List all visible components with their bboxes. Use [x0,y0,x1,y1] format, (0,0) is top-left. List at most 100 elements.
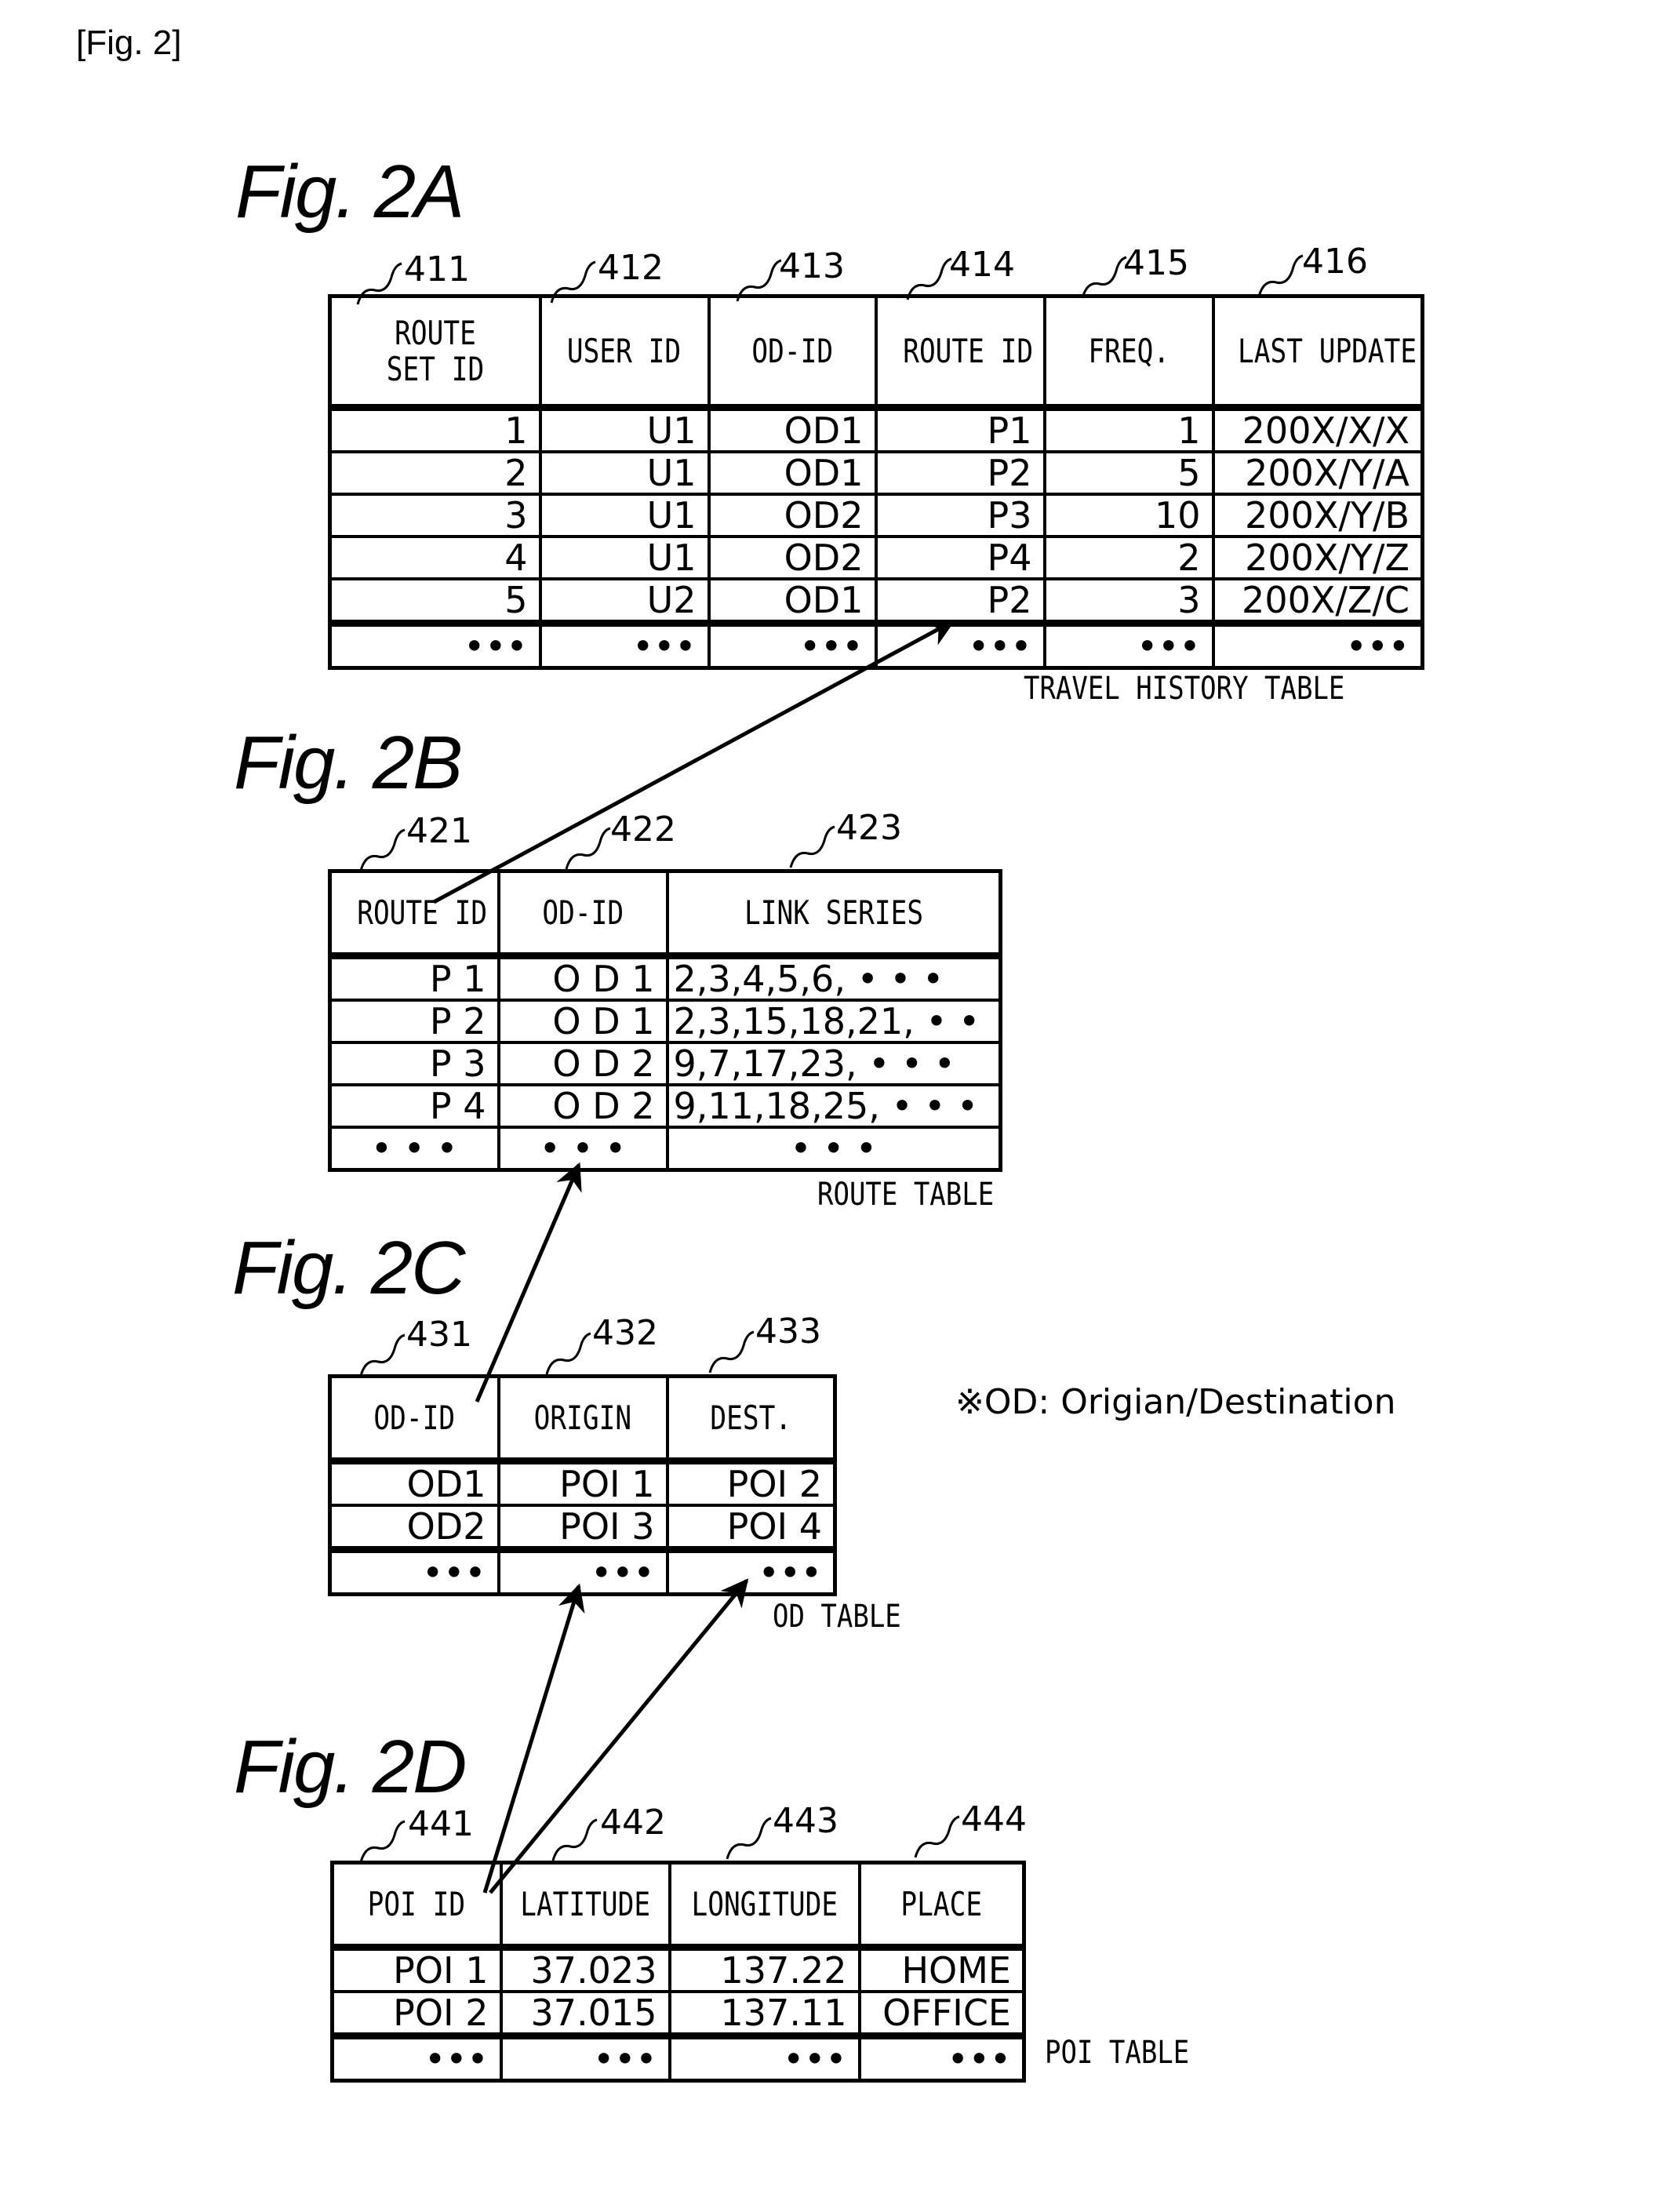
table-row: ••• ••• ••• [328,1548,837,1596]
table-cell: 3 [1042,577,1215,625]
table-cell: POI 2 [330,1990,503,2038]
leader-line [726,1817,772,1860]
column-header: POI ID [330,1861,503,1949]
table-cell: U1 [538,450,711,496]
column-header: USER ID [538,294,711,409]
table-row: P 3 O D 2 9,7,17,23, • • • [328,1041,1002,1086]
table-cell: P2 [874,577,1046,625]
travel-history-table: ROUTE SET ID USER ID OD-ID ROUTE ID FREQ… [328,294,1424,670]
leader-line [545,1332,591,1375]
column-header: DEST. [665,1374,837,1463]
table-cell: P2 [874,450,1046,496]
ref-number: 416 [1302,242,1368,282]
footnote: ※OD: Origian/Destination [955,1382,1396,1422]
ellipsis-cell: ••• [330,2034,503,2083]
table-cell: 200X/Y/B [1211,493,1424,538]
leader-line [565,827,611,870]
ref-number: 423 [836,808,902,848]
table-cell: POI 1 [330,1945,503,1993]
table-caption: POI TABLE [1045,2035,1190,2071]
leader-line [1081,256,1127,299]
table-cell: 137.11 [667,1990,861,2038]
table-cell: OD1 [707,406,878,453]
ellipsis-cell: ••• [667,2034,861,2083]
table-cell: U2 [538,577,711,625]
table-cell: 2 [1042,535,1215,580]
column-header: OD-ID [328,1374,500,1463]
leader-line [359,1333,406,1377]
leader-line [708,1330,755,1373]
table-cell: O D 2 [497,1083,669,1129]
table-row: P 4 O D 2 9,11,18,25, • • • [328,1083,1002,1129]
table-cell: OD2 [707,535,878,580]
table-cell: O D 1 [497,954,669,1002]
column-header: PLACE [857,1861,1026,1949]
arrow-od-id-to-route-table [475,1162,582,1403]
table-cell: 137.22 [667,1945,861,1993]
column-header: ORIGIN [497,1374,669,1463]
fig-2c-label: Fig. 2C [232,1226,465,1310]
ref-number: 432 [592,1313,658,1353]
ref-number: 413 [779,246,845,286]
poi-table: POI ID LATITUDE LONGITUDE PLACE POI 1 37… [330,1861,1026,2083]
table-row: 3 U1 OD2 P3 10 200X/Y/B [328,493,1424,538]
table-cell: 37.023 [499,1945,671,1993]
table-cell: P4 [874,535,1046,580]
ellipsis-cell: ••• [328,1548,500,1596]
table-row: P 2 O D 1 2,3,15,18,21, • • [328,999,1002,1044]
table-cell: OD1 [707,450,878,496]
ref-number: 444 [961,1799,1027,1839]
table-cell: POI 1 [497,1459,669,1507]
column-header: ROUTE SET ID [328,294,542,409]
ref-number: 411 [404,249,470,289]
table-cell: OD1 [328,1459,500,1507]
ellipsis-cell: ••• [1042,621,1215,670]
ref-number: 441 [408,1804,474,1844]
leader-line [789,825,835,868]
ellipsis-cell: • • • [497,1126,669,1172]
ellipsis-cell: ••• [328,621,542,670]
table-row: POI 1 37.023 137.22 HOME [330,1945,1026,1993]
ref-number: 422 [610,809,676,850]
table-row: P 1 O D 1 2,3,4,5,6, • • • [328,954,1002,1002]
leader-line [359,1820,406,1863]
table-row: 5 U2 OD1 P2 3 200X/Z/C [328,577,1424,625]
od-table: OD-ID ORIGIN DEST. OD1 POI 1 POI 2 OD2 P… [328,1374,837,1596]
table-row: OD2 POI 3 POI 4 [328,1504,837,1552]
table-row: 4 U1 OD2 P4 2 200X/Y/Z [328,535,1424,580]
column-header: LATITUDE [499,1861,671,1949]
ellipsis-cell: • • • [665,1126,1002,1172]
ref-number: 412 [598,248,664,288]
leader-line [551,1818,598,1861]
leader-line [359,828,406,871]
fig-2d-label: Fig. 2D [234,1725,467,1809]
column-header: ROUTE ID [328,869,500,958]
table-cell: O D 2 [497,1041,669,1086]
leader-line [1257,254,1304,297]
table-cell: HOME [857,1945,1026,1993]
column-header: OD-ID [707,294,878,409]
ref-number: 414 [949,245,1015,285]
ref-number: 431 [406,1315,472,1355]
column-header: FREQ. [1042,294,1215,409]
table-row: OD1 POI 1 POI 2 [328,1459,837,1507]
table-cell: OD2 [328,1504,500,1552]
ellipsis-cell: ••• [874,621,1046,670]
fig-2b-label: Fig. 2B [234,721,463,805]
column-header: LAST UPDATE [1211,294,1424,409]
table-cell: 9,11,18,25, • • • [665,1083,1002,1129]
ref-number: 421 [406,811,472,851]
table-cell: 10 [1042,493,1215,538]
ref-number: 433 [755,1312,821,1352]
ellipsis-cell: ••• [707,621,878,670]
table-cell: 5 [1042,450,1215,496]
ref-number: 443 [773,1801,838,1841]
table-caption: ROUTE TABLE [817,1177,995,1213]
table-header-row: ROUTE SET ID USER ID OD-ID ROUTE ID FREQ… [328,294,1424,409]
table-cell: 9,7,17,23, • • • [665,1041,1002,1086]
table-cell: 2 [328,450,542,496]
table-cell: 200X/Y/A [1211,450,1424,496]
table-cell: U1 [538,493,711,538]
column-header: LONGITUDE [667,1861,861,1949]
leader-line [914,1815,960,1858]
